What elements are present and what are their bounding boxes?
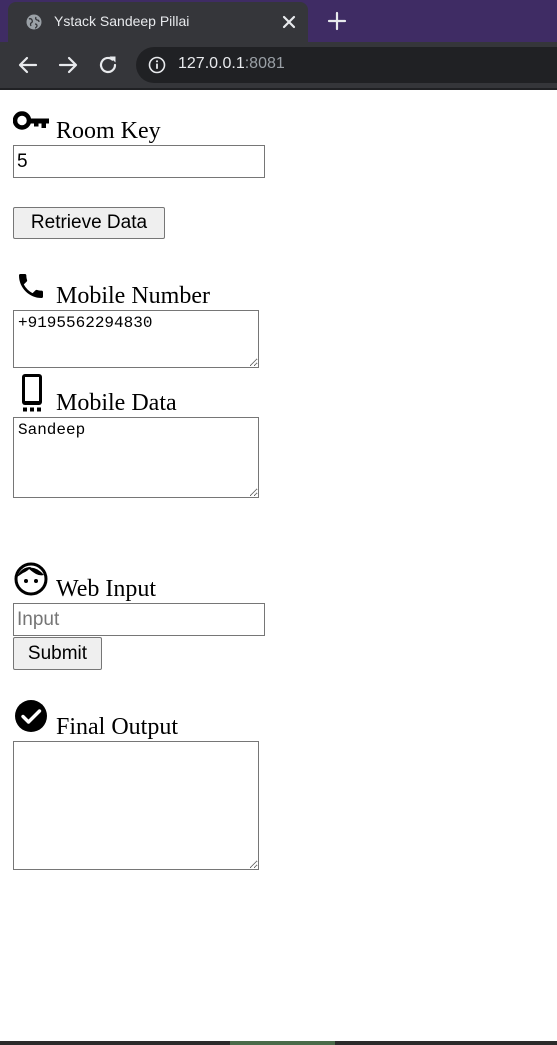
info-icon[interactable] [148, 56, 166, 74]
final-output-label: Final Output [56, 714, 179, 740]
room-key-input[interactable] [13, 145, 265, 178]
submit-button[interactable]: Submit [13, 637, 102, 670]
url-host: 127.0.0.1 [178, 55, 245, 72]
mobile-data-textarea[interactable]: Sandeep [13, 417, 259, 498]
taskbar-edge-accent [230, 1041, 335, 1045]
mobile-data-label: Mobile Data [56, 390, 177, 416]
room-key-label: Room Key [56, 118, 161, 144]
mobile-number-label: Mobile Number [56, 283, 210, 309]
forward-arrow-icon[interactable] [56, 53, 80, 77]
url-text: 127.0.0.1:8081 [178, 55, 285, 73]
web-input-field[interactable] [13, 603, 265, 636]
face-icon [14, 562, 48, 596]
phone-icon [19, 274, 43, 298]
key-icon [13, 111, 49, 130]
retrieve-data-button[interactable]: Retrieve Data [13, 207, 165, 239]
mobile-number-textarea[interactable]: +9195562294830 [13, 310, 259, 368]
browser-tab[interactable]: Ystack Sandeep Pillai [8, 2, 308, 42]
reload-icon[interactable] [96, 53, 120, 77]
check-circle-icon [15, 700, 47, 732]
chrome-divider [0, 88, 557, 90]
browser-toolbar: 127.0.0.1:8081 [0, 42, 557, 88]
address-bar[interactable]: 127.0.0.1:8081 [136, 47, 557, 83]
back-arrow-icon[interactable] [16, 53, 40, 77]
url-port: :8081 [244, 55, 285, 72]
globe-icon [26, 14, 42, 30]
browser-tabstrip: Ystack Sandeep Pillai [0, 0, 557, 42]
new-tab-icon[interactable] [325, 9, 349, 33]
web-input-label: Web Input [56, 576, 157, 602]
smartphone-icon [22, 374, 42, 412]
close-tab-icon[interactable] [280, 13, 298, 31]
tab-title: Ystack Sandeep Pillai [54, 13, 190, 29]
final-output-textarea[interactable] [13, 741, 259, 870]
